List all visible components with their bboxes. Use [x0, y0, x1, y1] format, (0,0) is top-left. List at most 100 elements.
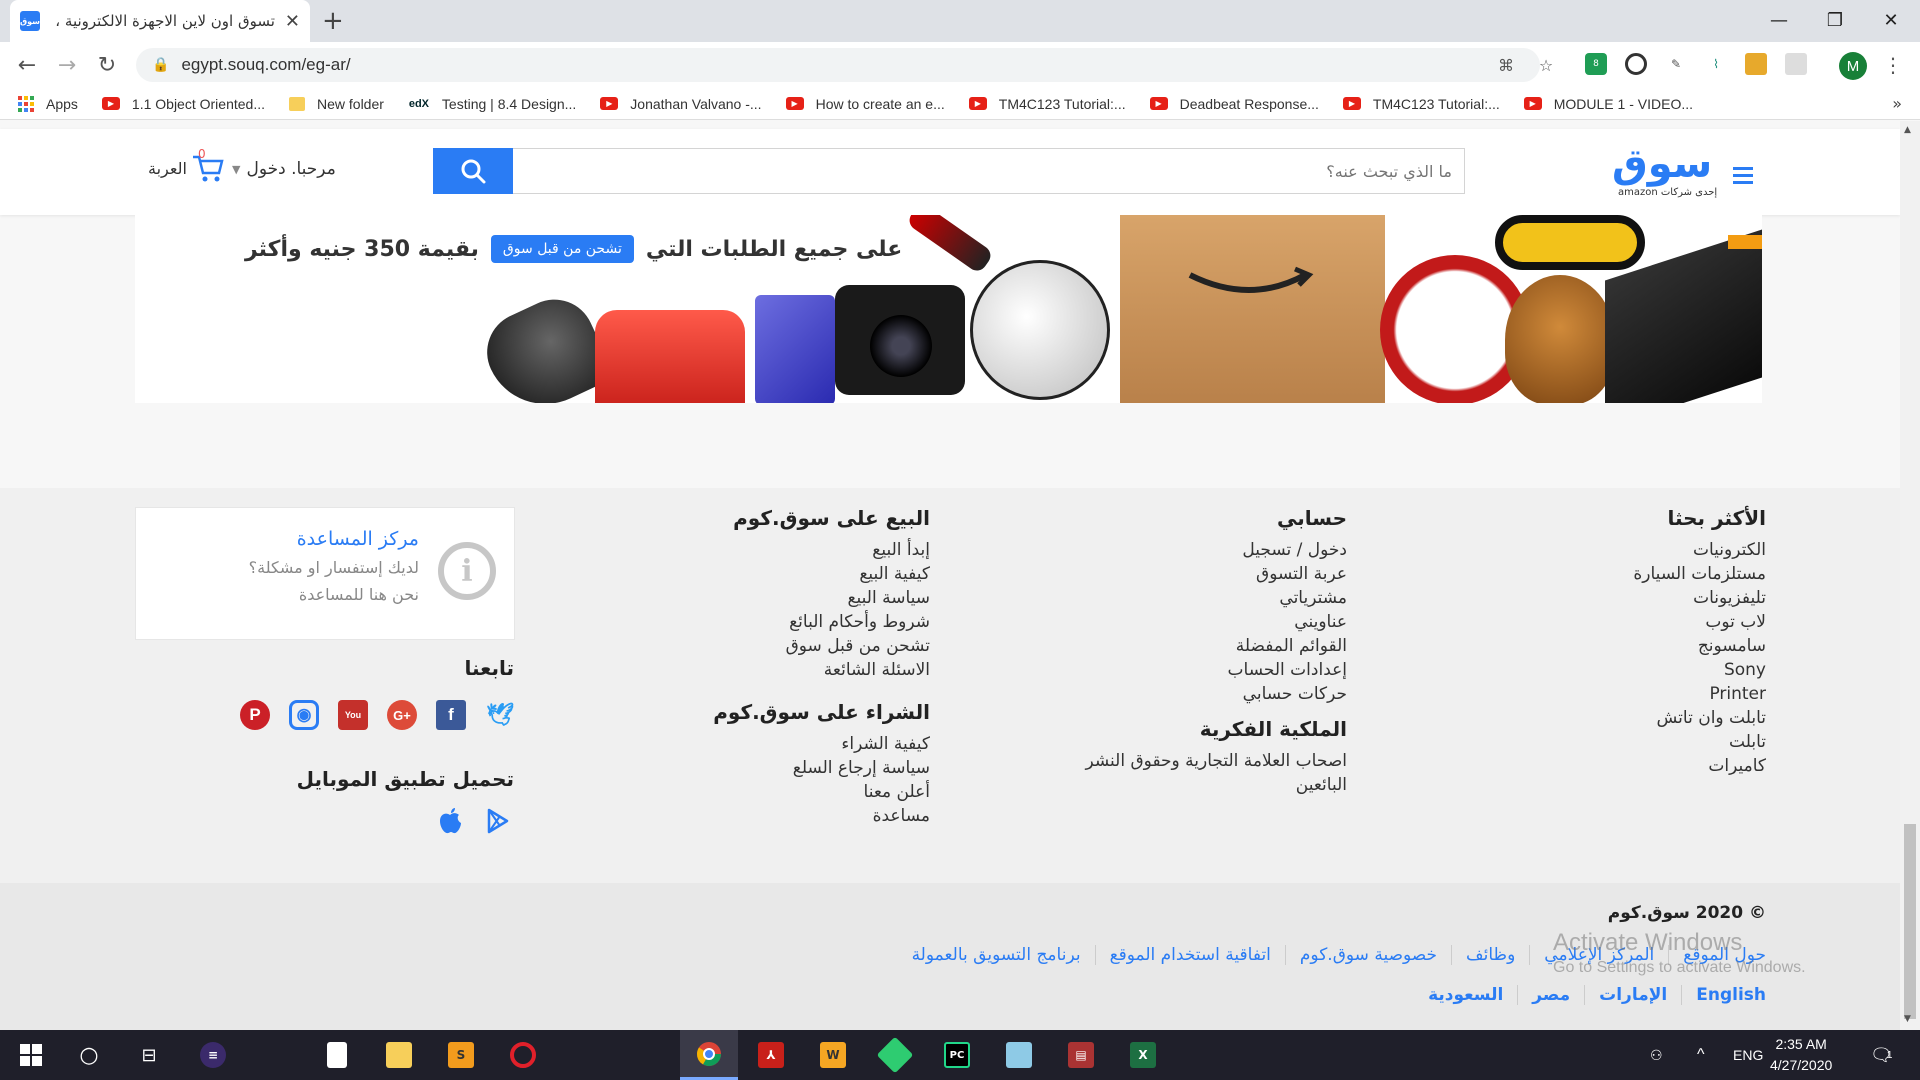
- footer-link[interactable]: كاميرات: [1633, 754, 1766, 778]
- footer-link[interactable]: الاسئلة الشائعة: [733, 658, 930, 682]
- file-explorer-icon[interactable]: [370, 1030, 428, 1080]
- twitter-icon[interactable]: 🕊: [485, 700, 515, 730]
- footer-link[interactable]: اصحاب العلامة التجارية وحقوق النشر: [1085, 749, 1347, 773]
- footer-link[interactable]: الكترونيات: [1633, 538, 1766, 562]
- menu-kebab-icon[interactable]: ⋮: [1882, 53, 1904, 77]
- footer-link[interactable]: تابلت وان تاتش: [1633, 706, 1766, 730]
- bookmark-item[interactable]: ▶ 1.1 Object Oriented...: [101, 96, 265, 112]
- google-play-icon[interactable]: [483, 806, 513, 836]
- bookmark-item[interactable]: edX Testing | 8.4 Design...: [408, 96, 576, 112]
- sublime-text-icon[interactable]: S: [432, 1030, 490, 1080]
- cart-link[interactable]: العربة 0: [148, 147, 225, 183]
- restore-icon[interactable]: ❐: [1806, 0, 1864, 40]
- pinterest-icon[interactable]: P: [240, 700, 270, 730]
- footer-link[interactable]: كيفية الشراء: [713, 732, 930, 756]
- notification-icon[interactable]: 🗨 1: [1870, 1030, 1893, 1080]
- windows-start-icon[interactable]: [2, 1030, 60, 1080]
- careers-link[interactable]: وظائف: [1451, 945, 1529, 965]
- google-plus-icon[interactable]: G+: [387, 700, 417, 730]
- bookmark-apps[interactable]: Apps: [18, 95, 78, 112]
- new-tab-icon[interactable]: +: [322, 6, 344, 36]
- english-link[interactable]: English: [1681, 985, 1766, 1005]
- task-view-icon[interactable]: ⊟: [120, 1030, 178, 1080]
- help-center-card[interactable]: i مركز المساعدة لديك إستفسار او مشكلة؟ ن…: [135, 507, 515, 640]
- bookmark-item[interactable]: ▶ How to create an e...: [785, 96, 945, 112]
- scroll-up-icon[interactable]: ▲: [1904, 125, 1911, 135]
- acrobat-icon[interactable]: ⅄: [742, 1030, 800, 1080]
- forward-icon[interactable]: →: [52, 50, 82, 80]
- pycharm-icon[interactable]: PC: [928, 1030, 986, 1080]
- language-indicator[interactable]: ENG: [1733, 1030, 1763, 1080]
- notebook-app-icon[interactable]: [990, 1030, 1048, 1080]
- footer-link[interactable]: عناويني: [1228, 610, 1347, 634]
- bookmark-item[interactable]: ▶ Jonathan Valvano -...: [600, 96, 762, 112]
- apple-icon[interactable]: [435, 806, 465, 836]
- footer-link[interactable]: عربة التسوق: [1228, 562, 1347, 586]
- footer-link[interactable]: إعدادات الحساب: [1228, 658, 1347, 682]
- instagram-icon[interactable]: ◉: [289, 700, 319, 730]
- page-scrollbar[interactable]: ▲ ▼: [1900, 121, 1920, 1030]
- adblock-extension-icon[interactable]: 8: [1585, 53, 1607, 75]
- winrar-icon[interactable]: ▤: [1052, 1030, 1110, 1080]
- back-icon[interactable]: ←: [12, 50, 42, 80]
- excel-icon[interactable]: X: [1114, 1030, 1172, 1080]
- footer-link[interactable]: Printer: [1633, 682, 1766, 706]
- system-clock[interactable]: 2:35 AM 4/27/2020: [1770, 1034, 1832, 1076]
- footer-link[interactable]: مساعدة: [713, 804, 930, 828]
- feather-extension-icon[interactable]: ✎: [1665, 53, 1687, 75]
- bookmark-folder[interactable]: New folder: [289, 96, 384, 112]
- footer-link[interactable]: سامسونج: [1633, 634, 1766, 658]
- scroll-down-icon[interactable]: ▼: [1904, 1014, 1911, 1024]
- close-tab-icon[interactable]: ✕: [285, 11, 300, 32]
- profile-avatar[interactable]: M: [1839, 52, 1867, 80]
- footer-link[interactable]: حركات حسابي: [1228, 682, 1347, 706]
- footer-link[interactable]: تليفزيونات: [1633, 586, 1766, 610]
- souq-logo[interactable]: سوق إحدى شركات amazon: [1612, 141, 1722, 201]
- bookmark-item[interactable]: ▶ MODULE 1 - VIDEO...: [1523, 96, 1693, 112]
- egypt-link[interactable]: مصر: [1517, 985, 1584, 1005]
- footer-link[interactable]: سياسة البيع: [733, 586, 930, 610]
- reload-icon[interactable]: ↻: [92, 50, 122, 80]
- footer-link[interactable]: سياسة إرجاع السلع: [713, 756, 930, 780]
- footer-link[interactable]: كيفية البيع: [733, 562, 930, 586]
- terms-link[interactable]: اتفاقية استخدام الموقع: [1094, 945, 1285, 965]
- footer-link[interactable]: القوائم المفضلة: [1228, 634, 1347, 658]
- box-extension-icon[interactable]: [1745, 53, 1767, 75]
- affiliate-link[interactable]: برنامج التسويق بالعمولة: [898, 945, 1095, 965]
- bookmark-star-icon[interactable]: ☆: [1535, 54, 1557, 76]
- account-menu[interactable]: مرحبا. دخول ▼: [232, 159, 336, 179]
- uae-link[interactable]: الإمارات: [1584, 985, 1681, 1005]
- git-icon[interactable]: [866, 1030, 924, 1080]
- footer-link[interactable]: تابلت: [1633, 730, 1766, 754]
- eclipse-app-icon[interactable]: ≡: [184, 1030, 242, 1080]
- clip-extension-icon[interactable]: ⌇: [1705, 53, 1727, 75]
- youtube-icon[interactable]: You: [338, 700, 368, 730]
- bookmark-item[interactable]: ▶ TM4C123 Tutorial:...: [1342, 96, 1500, 112]
- omnibox[interactable]: 🔒 egypt.souq.com/eg-ar/: [136, 48, 1540, 82]
- footer-link[interactable]: إبدأ البيع: [733, 538, 930, 562]
- browser-tab[interactable]: سوق تسوق اون لاين الاجهزة الالكترونية ، …: [10, 0, 310, 42]
- bookmark-item[interactable]: ▶ Deadbeat Response...: [1149, 96, 1319, 112]
- opera-icon[interactable]: [494, 1030, 552, 1080]
- promo-banner[interactable]: على جميع الطلبات التي تشحن من قبل سوق بق…: [135, 215, 1762, 403]
- people-icon[interactable]: ⚇: [1650, 1030, 1663, 1080]
- footer-link[interactable]: أعلن معنا: [713, 780, 930, 804]
- footer-link[interactable]: البائعين: [1085, 773, 1347, 797]
- saudi-link[interactable]: السعودية: [1414, 985, 1517, 1005]
- winrar-like-icon[interactable]: W: [804, 1030, 862, 1080]
- footer-link[interactable]: دخول / تسجيل: [1228, 538, 1347, 562]
- close-window-icon[interactable]: ✕: [1862, 0, 1920, 40]
- page-extension-icon[interactable]: [1785, 53, 1807, 75]
- scrollbar-thumb[interactable]: [1904, 824, 1916, 1019]
- translate-icon[interactable]: ⌘: [1495, 54, 1517, 76]
- hamburger-menu-icon[interactable]: [1733, 167, 1753, 184]
- facebook-icon[interactable]: f: [436, 700, 466, 730]
- footer-link[interactable]: مشترياتي: [1228, 586, 1347, 610]
- search-circle-icon[interactable]: ○: [60, 1030, 118, 1080]
- bookmarks-overflow-icon[interactable]: »: [1892, 94, 1902, 113]
- record-extension-icon[interactable]: [1625, 53, 1647, 75]
- footer-link[interactable]: لاب توب: [1633, 610, 1766, 634]
- footer-link[interactable]: مستلزمات السيارة: [1633, 562, 1766, 586]
- bookmark-item[interactable]: ▶ TM4C123 Tutorial:...: [968, 96, 1126, 112]
- search-input[interactable]: [513, 149, 1464, 193]
